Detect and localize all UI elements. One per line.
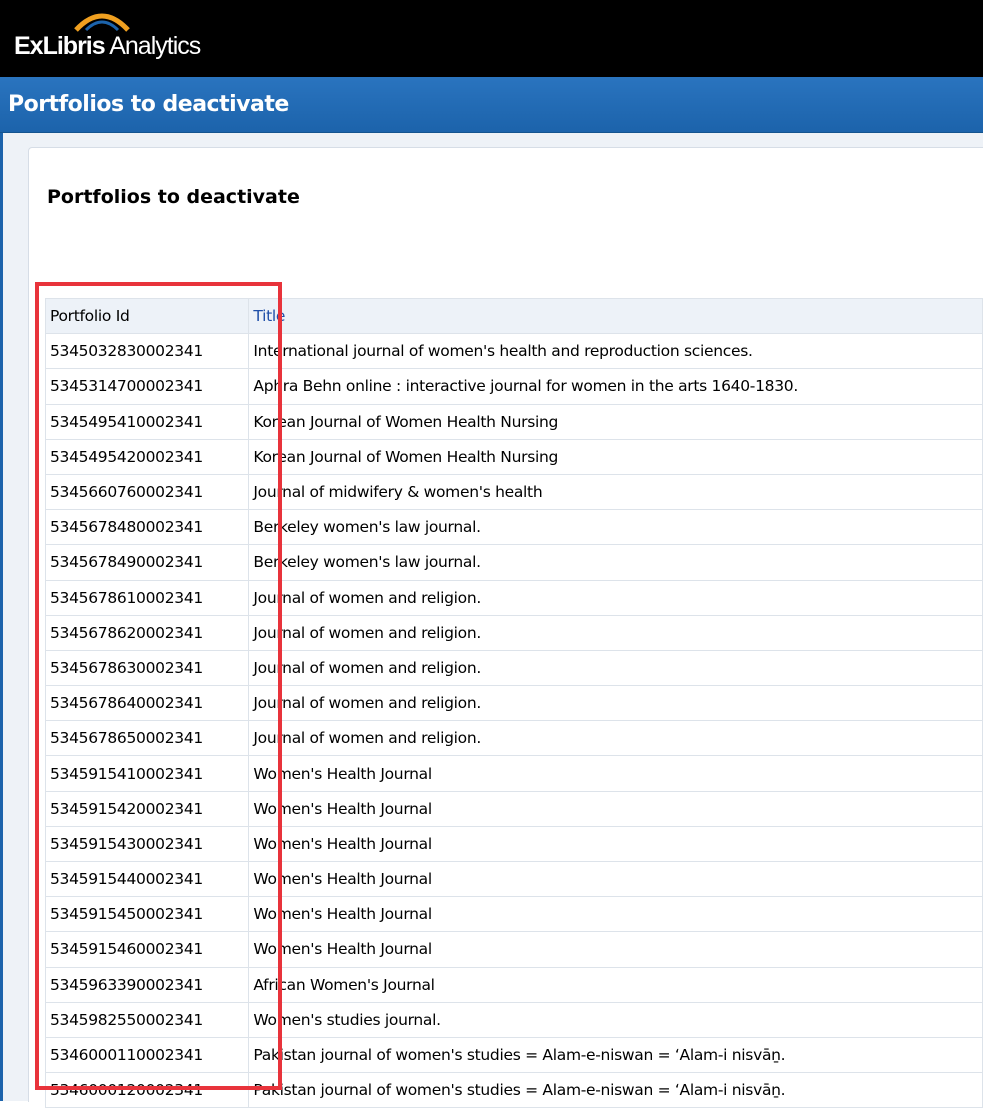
table-row: 5345963390002341 African Women's Journal [44, 966, 983, 1003]
column-header-portfolio-id[interactable]: Portfolio Id [44, 297, 250, 335]
table-row: 5345314700002341 Aphra Behn online : inte… [44, 368, 983, 405]
logo-text: ExLibris Analytics [14, 26, 201, 66]
portfolio-id-cell: 5345982550002341 [44, 1001, 250, 1038]
title-cell: Pakistan journal of women's studies = Al… [248, 1072, 983, 1108]
title-cell: Journal of women and religion. [248, 720, 983, 757]
table-row: 5345915440002341 Women's Health Journal [44, 860, 983, 898]
title-cell: Journal of women and religion. [248, 614, 983, 651]
portfolio-id-cell: 5345678650002341 [44, 720, 250, 757]
title-cell: Berkeley women's law journal. [248, 544, 983, 581]
logo-text-bold: ExLibris [14, 32, 106, 60]
portfolio-id-cell: 5345915410002341 [44, 755, 250, 792]
portfolio-id-cell: 5345495410002341 [44, 403, 250, 440]
title-cell: Berkeley women's law journal. [248, 509, 983, 546]
portfolio-id-cell: 5345678610002341 [44, 579, 250, 616]
report-title: Portfolios to deactivate [47, 186, 300, 208]
title-cell: Pakistan journal of women's studies = Al… [248, 1036, 983, 1074]
title-cell: African Women's Journal [248, 966, 983, 1003]
title-cell: Women's Health Journal [248, 755, 983, 792]
table-row: 5346000120002341 Pakistan journal of wome… [44, 1072, 983, 1108]
app-header: ExLibris Analytics [0, 0, 983, 77]
title-cell: Women's studies journal. [248, 1001, 983, 1038]
table-header-row: Portfolio Id Title [44, 297, 983, 335]
title-cell: Women's Health Journal [248, 860, 983, 898]
table-row: 5345032830002341 International journal of… [44, 333, 983, 370]
table-row: 5345660760002341 Journal of midwifery & w… [44, 473, 983, 511]
title-cell: Korean Journal of Women Health Nursing [248, 403, 983, 440]
title-cell: Journal of midwifery & women's health [248, 473, 983, 511]
logo-text-light: Analytics [104, 32, 201, 60]
portfolio-id-cell: 5345963390002341 [44, 966, 250, 1003]
portfolio-id-cell: 5345915460002341 [44, 931, 250, 968]
portfolio-id-cell: 5345678490002341 [44, 544, 250, 581]
title-cell: Women's Health Journal [248, 790, 983, 827]
title-cell: Women's Health Journal [248, 896, 983, 933]
table-row: 5346000110002341 Pakistan journal of wome… [44, 1036, 983, 1074]
table-row: 5345495420002341 Korean Journal of Women … [44, 438, 983, 475]
table-row: 5345915460002341 Women's Health Journal [44, 931, 983, 968]
portfolio-id-cell: 5346000120002341 [44, 1072, 250, 1108]
title-cell: Women's Health Journal [248, 825, 983, 863]
table-row: 5345915450002341 Women's Health Journal [44, 896, 983, 933]
portfolio-id-cell: 5345495420002341 [44, 438, 250, 475]
table-row: 5345678480002341 Berkeley women's law jou… [44, 509, 983, 546]
title-cell: Journal of women and religion. [248, 685, 983, 722]
portfolio-id-cell: 5345678480002341 [44, 509, 250, 546]
table-row: 5345678650002341 Journal of women and rel… [44, 720, 983, 757]
page-titlebar: Portfolios to deactivate [0, 77, 983, 133]
table-row: 5345982550002341 Women's studies journal. [44, 1001, 983, 1038]
portfolio-id-cell: 5345678620002341 [44, 614, 250, 651]
table-row: 5345915430002341 Women's Health Journal [44, 825, 983, 863]
portfolio-id-cell: 5345915430002341 [44, 825, 250, 863]
portfolio-id-cell: 5345660760002341 [44, 473, 250, 511]
table-row: 5345678640002341 Journal of women and rel… [44, 685, 983, 722]
report-table: Portfolio Id Title 5345032830002341 Inter… [44, 297, 983, 1108]
portfolio-id-cell: 5345678630002341 [44, 649, 250, 687]
table-row: 5345495410002341 Korean Journal of Women … [44, 403, 983, 440]
title-cell: Women's Health Journal [248, 931, 983, 968]
portfolio-id-cell: 5345678640002341 [44, 685, 250, 722]
title-cell: Korean Journal of Women Health Nursing [248, 438, 983, 475]
title-cell: Journal of women and religion. [248, 579, 983, 616]
table-row: 5345678490002341 Berkeley women's law jou… [44, 544, 983, 581]
title-cell: International journal of women's health … [248, 333, 983, 370]
portfolio-id-cell: 5346000110002341 [44, 1036, 250, 1074]
title-cell: Aphra Behn online : interactive journal … [248, 368, 983, 405]
portfolio-id-cell: 5345915420002341 [44, 790, 250, 827]
table-row: 5345678620002341 Journal of women and rel… [44, 614, 983, 651]
title-cell: Journal of women and religion. [248, 649, 983, 687]
portfolio-id-cell: 5345032830002341 [44, 333, 250, 370]
table-row: 5345915410002341 Women's Health Journal [44, 755, 983, 792]
column-header-title[interactable]: Title [248, 297, 983, 335]
table-row: 5345915420002341 Women's Health Journal [44, 790, 983, 827]
portfolio-id-cell: 5345915440002341 [44, 860, 250, 898]
table-row: 5345678610002341 Journal of women and rel… [44, 579, 983, 616]
table-row: 5345678630002341 Journal of women and rel… [44, 649, 983, 687]
page-title: Portfolios to deactivate [8, 92, 289, 117]
portfolio-id-cell: 5345314700002341 [44, 368, 250, 405]
frame-border [0, 133, 3, 1101]
portfolio-id-cell: 5345915450002341 [44, 896, 250, 933]
